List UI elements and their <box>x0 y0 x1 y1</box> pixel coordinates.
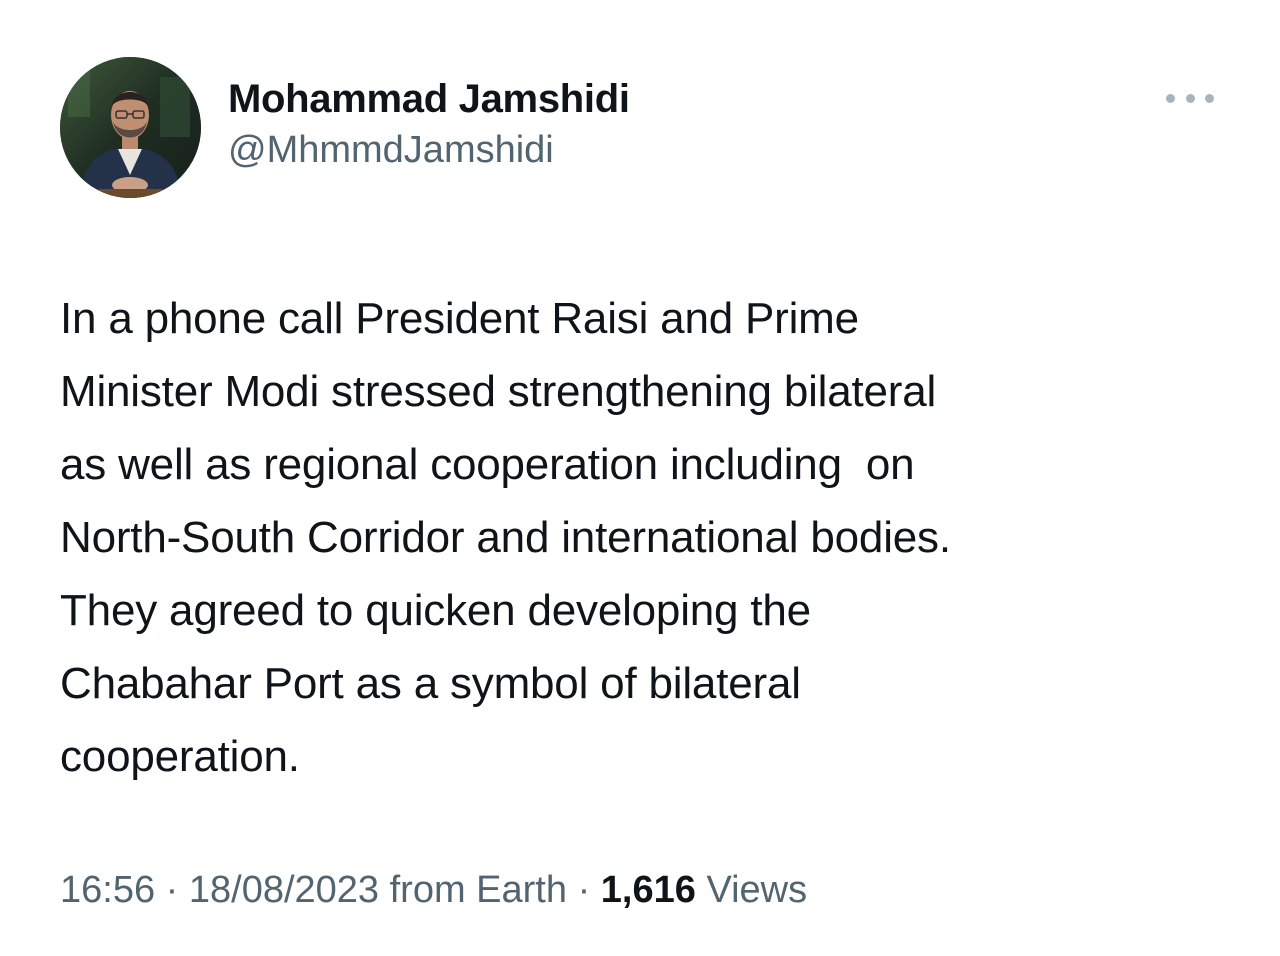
tweet-source: from Earth <box>379 869 568 911</box>
tweet-text-line: North-South Corridor and international b… <box>60 513 951 562</box>
tweet-text-line: They agreed to quicken developing the <box>60 586 811 635</box>
tweet-text-line: as well as regional cooperation includin… <box>60 440 915 489</box>
views-count[interactable]: 1,616 <box>601 869 696 911</box>
author-display-name[interactable]: Mohammad Jamshidi <box>228 75 630 123</box>
avatar[interactable] <box>60 57 201 198</box>
tweet-text-line: cooperation. <box>60 732 300 781</box>
meta-separator: · <box>155 869 189 911</box>
tweet-text: In a phone call President Raisi and Prim… <box>60 282 1220 793</box>
views-label[interactable]: Views <box>696 869 807 911</box>
more-horizontal-icon <box>1205 93 1214 103</box>
more-horizontal-icon <box>1185 93 1195 103</box>
tweet-text-line: In a phone call President Raisi and Prim… <box>60 294 859 343</box>
tweet-text-line: Chabahar Port as a symbol of bilateral <box>60 659 801 708</box>
tweet-text-line: Minister Modi stressed strengthening bil… <box>60 367 937 416</box>
author-names: Mohammad Jamshidi @MhmmdJamshidi <box>228 75 630 175</box>
tweet-date[interactable]: 18/08/2023 <box>189 869 379 911</box>
author-handle[interactable]: @MhmmdJamshidi <box>228 125 630 175</box>
tweet: Mohammad Jamshidi @MhmmdJamshidi In a ph… <box>0 0 1280 956</box>
profile-photo-icon <box>60 57 201 198</box>
tweet-meta: 16:56 · 18/08/2023 from Earth · 1,616 Vi… <box>60 862 807 918</box>
more-horizontal-icon <box>1166 93 1175 103</box>
more-options-button[interactable] <box>1166 90 1214 106</box>
meta-separator: · <box>567 869 601 911</box>
tweet-time[interactable]: 16:56 <box>60 869 155 911</box>
tweet-header: Mohammad Jamshidi @MhmmdJamshidi <box>60 57 1220 199</box>
